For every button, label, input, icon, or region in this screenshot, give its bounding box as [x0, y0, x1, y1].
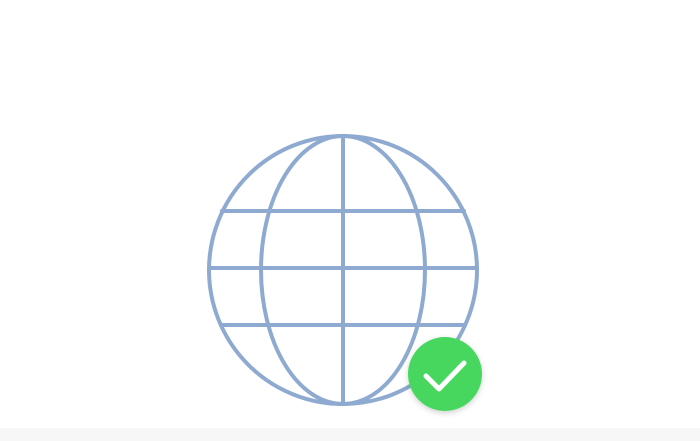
checkmark-badge-icon [408, 337, 482, 411]
badge-circle [408, 337, 482, 411]
connection-status-screen [0, 0, 700, 441]
bottom-divider-band [0, 428, 700, 441]
globe-connected-illustration [207, 134, 482, 411]
